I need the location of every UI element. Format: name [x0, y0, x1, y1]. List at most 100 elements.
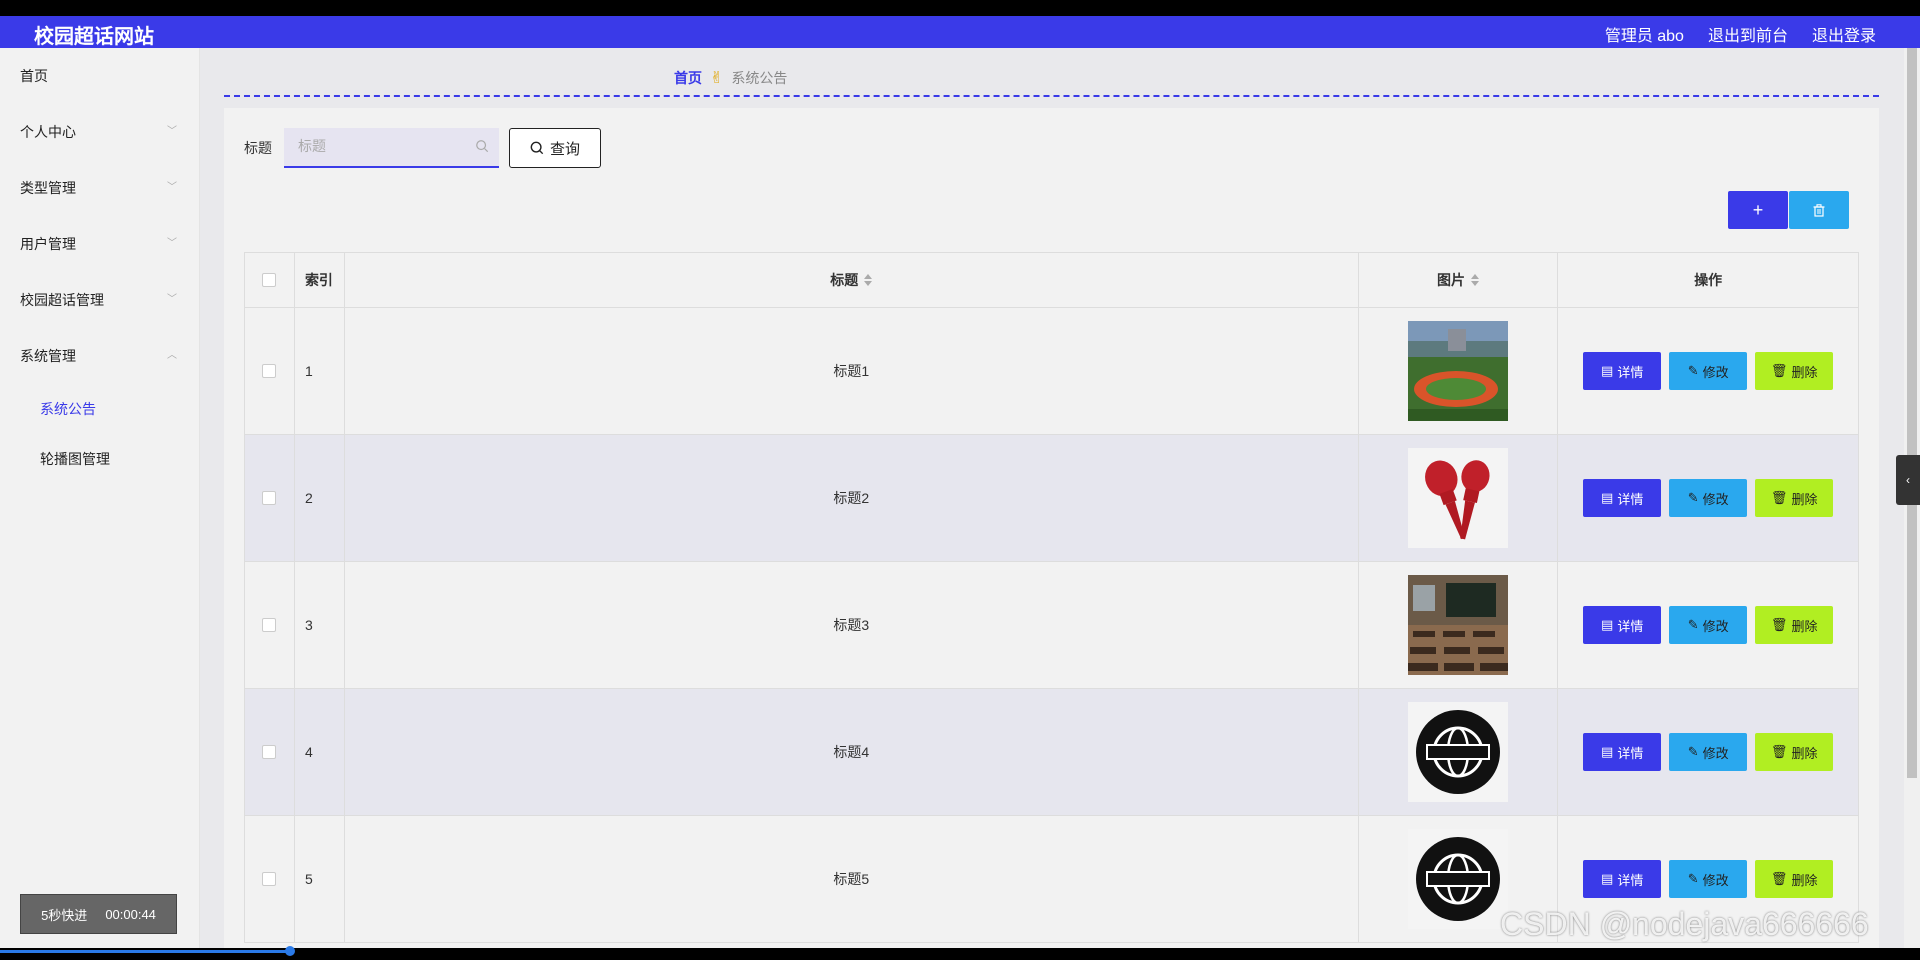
- announcements-table: 索引 标题 图片 操作 1 标题1 ▤ 详情 ✎ 修改 🗑 删除 2 标题2 ▤…: [244, 252, 1859, 943]
- trash-icon: 🗑: [1770, 490, 1788, 505]
- row-image-cell: [1359, 689, 1559, 815]
- edit-button[interactable]: ✎ 修改: [1669, 606, 1748, 644]
- header-image[interactable]: 图片: [1359, 253, 1559, 307]
- sidebar-item-label: 类型管理: [20, 180, 76, 196]
- delete-button[interactable]: 🗑 删除: [1755, 606, 1834, 644]
- sidebar-item-label: 校园超话管理: [20, 292, 104, 308]
- sidebar-item-label: 首页: [20, 68, 48, 84]
- detail-button[interactable]: ▤ 详情: [1583, 479, 1662, 517]
- header-nav: 管理员 abo 退出到前台 退出登录: [1605, 22, 1876, 46]
- row-checkbox-cell: [245, 689, 295, 815]
- select-all-checkbox[interactable]: [262, 273, 277, 287]
- document-icon: ▤: [1601, 744, 1614, 759]
- site-logo: 校园超话网站: [34, 26, 154, 48]
- detail-label: 详情: [1617, 364, 1644, 380]
- row-ops: ▤ 详情 ✎ 修改 🗑 删除: [1558, 562, 1858, 688]
- document-icon: ▤: [1601, 363, 1614, 378]
- edit-label: 修改: [1702, 872, 1729, 888]
- delete-label: 删除: [1791, 491, 1818, 507]
- row-checkbox[interactable]: [262, 364, 277, 378]
- pencil-icon: ✎: [1687, 490, 1699, 505]
- admin-name[interactable]: 管理员 abo: [1605, 22, 1684, 46]
- sidebar-item-types[interactable]: 类型管理 ﹀: [0, 160, 199, 216]
- classroom-image[interactable]: [1408, 575, 1508, 675]
- detail-button[interactable]: ▤ 详情: [1583, 733, 1662, 771]
- row-image-cell: [1359, 308, 1559, 434]
- edit-button[interactable]: ✎ 修改: [1669, 352, 1748, 390]
- sidebar-item-users[interactable]: 用户管理 ﹀: [0, 216, 199, 272]
- delete-button[interactable]: 🗑 删除: [1755, 352, 1834, 390]
- bulk-delete-button[interactable]: [1789, 191, 1849, 229]
- row-ops: ▤ 详情 ✎ 修改 🗑 删除: [1558, 689, 1858, 815]
- chevron-down-icon: ﹀: [167, 182, 177, 193]
- header-ops: 操作: [1694, 272, 1723, 288]
- sidebar-item-personal[interactable]: 个人中心 ﹀: [0, 104, 199, 160]
- sidebar-item-system[interactable]: 系统管理 ︿: [0, 328, 199, 384]
- pencil-icon: ✎: [1687, 617, 1699, 632]
- chevron-down-icon: ﹀: [167, 126, 177, 137]
- header-index: 索引: [295, 253, 345, 307]
- sidebar-item-topics[interactable]: 校园超话管理 ﹀: [0, 272, 199, 328]
- fast-forward-timer[interactable]: 5秒快进 00:00:44: [20, 894, 177, 934]
- progress-handle[interactable]: [285, 946, 295, 956]
- row-checkbox[interactable]: [262, 491, 277, 505]
- table-row: 1 标题1 ▤ 详情 ✎ 修改 🗑 删除: [245, 307, 1858, 434]
- document-icon: ▤: [1601, 617, 1614, 632]
- pencil-icon: ✎: [1687, 744, 1699, 759]
- row-index: 3: [295, 562, 345, 688]
- video-progress-bar[interactable]: [0, 950, 290, 953]
- query-button[interactable]: 查询: [509, 128, 601, 168]
- header-title[interactable]: 标题: [345, 253, 1359, 307]
- row-index: 4: [295, 689, 345, 815]
- trash-icon: 🗑: [1770, 363, 1788, 378]
- sidebar-item-label: 个人中心: [20, 124, 76, 140]
- row-checkbox-cell: [245, 562, 295, 688]
- edit-button[interactable]: ✎ 修改: [1669, 860, 1748, 898]
- delete-label: 删除: [1791, 618, 1818, 634]
- sidebar-item-home[interactable]: 首页: [0, 48, 199, 104]
- row-title: 标题3: [345, 562, 1359, 688]
- delete-button[interactable]: 🗑 删除: [1755, 860, 1834, 898]
- breadcrumb-home[interactable]: 首页: [674, 68, 702, 88]
- edit-button[interactable]: ✎ 修改: [1669, 733, 1748, 771]
- edit-label: 修改: [1702, 618, 1729, 634]
- edit-button[interactable]: ✎ 修改: [1669, 479, 1748, 517]
- campus-field-image[interactable]: [1408, 321, 1508, 421]
- news-globe-image[interactable]: [1408, 702, 1508, 802]
- delete-button[interactable]: 🗑 删除: [1755, 733, 1834, 771]
- detail-button[interactable]: ▤ 详情: [1583, 606, 1662, 644]
- detail-label: 详情: [1617, 618, 1644, 634]
- search-box: [284, 128, 499, 168]
- search-input[interactable]: [284, 128, 464, 164]
- detail-button[interactable]: ▤ 详情: [1583, 860, 1662, 898]
- exit-to-front-link[interactable]: 退出到前台: [1708, 22, 1788, 46]
- main-content: 首页 ✌ 系统公告 标题 查询 + 索引 标题: [200, 48, 1904, 948]
- query-button-label: 查询: [549, 140, 580, 158]
- delete-button[interactable]: 🗑 删除: [1755, 479, 1834, 517]
- header-checkbox-cell: [245, 253, 295, 307]
- sidebar-item-label: 用户管理: [20, 236, 76, 252]
- search-icon: [476, 140, 489, 153]
- chevron-down-icon: ﹀: [167, 238, 177, 249]
- app-header: 校园超话网站 管理员 abo 退出到前台 退出登录: [0, 16, 1920, 48]
- table-header-row: 索引 标题 图片 操作: [245, 253, 1858, 307]
- row-checkbox[interactable]: [262, 872, 277, 886]
- document-icon: ▤: [1601, 490, 1614, 505]
- news-globe-image[interactable]: [1408, 829, 1508, 929]
- row-checkbox[interactable]: [262, 745, 277, 759]
- detail-button[interactable]: ▤ 详情: [1583, 352, 1662, 390]
- microphones-live-image[interactable]: [1408, 448, 1508, 548]
- sort-icon: [864, 273, 873, 287]
- logout-link[interactable]: 退出登录: [1812, 22, 1876, 46]
- sidebar-subitem-carousel[interactable]: 轮播图管理: [0, 434, 199, 484]
- scrollbar-thumb[interactable]: [1907, 48, 1917, 778]
- trash-icon: 🗑: [1770, 617, 1788, 632]
- row-checkbox-cell: [245, 308, 295, 434]
- sidebar-subitem-announcements[interactable]: 系统公告: [0, 384, 199, 434]
- row-checkbox[interactable]: [262, 618, 277, 632]
- pencil-icon: ✎: [1687, 871, 1699, 886]
- chevron-left-icon[interactable]: ‹: [1896, 455, 1920, 505]
- top-black-bar: [0, 0, 1920, 16]
- add-button[interactable]: +: [1728, 191, 1788, 229]
- delete-label: 删除: [1791, 364, 1818, 380]
